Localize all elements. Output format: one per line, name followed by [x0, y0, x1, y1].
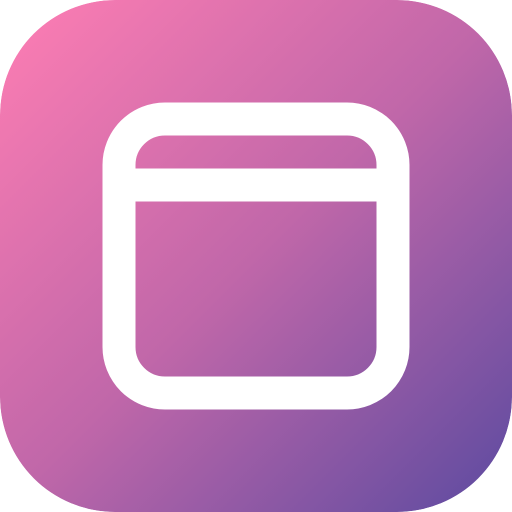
icon-background [0, 0, 512, 512]
app-icon-graphic [0, 0, 512, 512]
app-icon[interactable] [0, 0, 512, 512]
